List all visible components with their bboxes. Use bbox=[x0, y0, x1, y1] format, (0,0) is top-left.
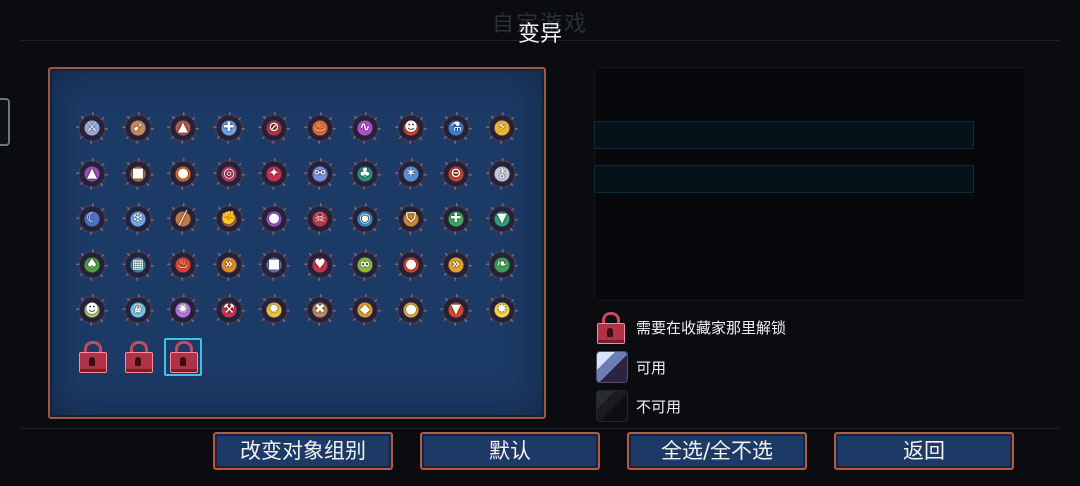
crossed-circle-icon[interactable]: ⊘ bbox=[258, 112, 290, 144]
sun-icon[interactable]: ✹ bbox=[258, 294, 290, 326]
flame-skull-icon[interactable]: ☻ bbox=[395, 112, 427, 144]
tomato-icon[interactable]: ● bbox=[395, 249, 427, 281]
bottom-divider bbox=[20, 428, 1060, 429]
trap-icon[interactable]: ▲ bbox=[167, 112, 199, 144]
heart-icon[interactable]: ♥ bbox=[304, 249, 336, 281]
select-all-button[interactable]: 全选/全不选 bbox=[627, 432, 807, 470]
locked-mutation-lock-icon[interactable] bbox=[124, 341, 153, 373]
ice-icon[interactable]: ❄ bbox=[122, 203, 154, 235]
backpack-icon[interactable]: ■ bbox=[122, 158, 154, 190]
dialog-title: 变异 bbox=[517, 22, 562, 47]
link-icon[interactable]: ⚯ bbox=[304, 158, 336, 190]
sword-icon[interactable]: ⚔ bbox=[76, 112, 108, 144]
speed-arrows-icon[interactable]: » bbox=[213, 249, 245, 281]
coil-icon[interactable]: ∞ bbox=[349, 249, 381, 281]
dash-icon[interactable]: » bbox=[440, 249, 472, 281]
wizard-hat-icon[interactable]: ▲ bbox=[76, 158, 108, 190]
armor-icon[interactable]: ■ bbox=[258, 249, 290, 281]
default-button[interactable]: 默认 bbox=[420, 432, 600, 470]
legend-available-label: 可用 bbox=[636, 359, 667, 377]
flash-icon[interactable]: ✸ bbox=[486, 294, 518, 326]
tree-icon[interactable]: ♣ bbox=[349, 158, 381, 190]
crescent-icon[interactable]: ☾ bbox=[76, 203, 108, 235]
lightning-icon[interactable]: ⚡ bbox=[486, 112, 518, 144]
background-row bbox=[594, 165, 974, 193]
selection-highlight bbox=[164, 338, 202, 376]
background-row bbox=[594, 121, 974, 149]
gate-icon[interactable]: ▦ bbox=[122, 249, 154, 281]
mask-icon[interactable]: ☻ bbox=[76, 294, 108, 326]
skull-icon[interactable]: ☠ bbox=[304, 203, 336, 235]
change-group-button[interactable]: 改变对象组别 bbox=[213, 432, 393, 470]
shield-icon[interactable]: ⛉ bbox=[395, 203, 427, 235]
target-icon[interactable]: ◎ bbox=[213, 158, 245, 190]
flask-icon[interactable]: ⚗ bbox=[440, 112, 472, 144]
side-tab bbox=[0, 98, 10, 146]
key-icon[interactable]: ⚷ bbox=[486, 158, 518, 190]
fist-icon[interactable]: ✊ bbox=[213, 203, 245, 235]
heal-cross-icon[interactable]: ✚ bbox=[440, 203, 472, 235]
fang-icon[interactable]: ▼ bbox=[486, 203, 518, 235]
axe-icon[interactable]: ⚒ bbox=[213, 294, 245, 326]
legend-unavailable-label: 不可用 bbox=[636, 398, 682, 416]
legend-locked-label: 需要在收藏家那里解锁 bbox=[636, 319, 787, 337]
whip-icon[interactable]: ∿ bbox=[349, 112, 381, 144]
sprout-icon[interactable]: ♠ bbox=[76, 249, 108, 281]
leaf-icon[interactable]: ❧ bbox=[486, 249, 518, 281]
no-entry-icon[interactable]: ⊖ bbox=[440, 158, 472, 190]
locked-mutation-lock-icon[interactable] bbox=[78, 341, 107, 373]
locked-lock-icon bbox=[596, 312, 625, 344]
drop-icon[interactable]: ● bbox=[258, 203, 290, 235]
bone-icon[interactable]: ✖ bbox=[304, 294, 336, 326]
bomb-icon[interactable]: ● bbox=[395, 294, 427, 326]
orb-icon[interactable]: ● bbox=[167, 158, 199, 190]
compass-icon[interactable]: ✦ bbox=[258, 158, 290, 190]
blood-drop-icon[interactable]: ▼ bbox=[440, 294, 472, 326]
eye-icon[interactable]: ◉ bbox=[349, 203, 381, 235]
potion-icon[interactable]: ♨ bbox=[304, 112, 336, 144]
star-burst-icon[interactable]: ✶ bbox=[395, 158, 427, 190]
gem-icon[interactable]: ◆ bbox=[349, 294, 381, 326]
vortex-icon[interactable]: ✺ bbox=[167, 294, 199, 326]
unavailable-sample-icon bbox=[596, 390, 628, 422]
available-sample-icon bbox=[596, 351, 628, 383]
fire-icon[interactable]: ♨ bbox=[167, 249, 199, 281]
spear-icon[interactable]: ╱ bbox=[167, 203, 199, 235]
bow-icon[interactable]: ➹ bbox=[122, 112, 154, 144]
crown-icon[interactable]: ♛ bbox=[122, 294, 154, 326]
back-button[interactable]: 返回 bbox=[834, 432, 1014, 470]
chainsaw-icon[interactable]: ✚ bbox=[213, 112, 245, 144]
